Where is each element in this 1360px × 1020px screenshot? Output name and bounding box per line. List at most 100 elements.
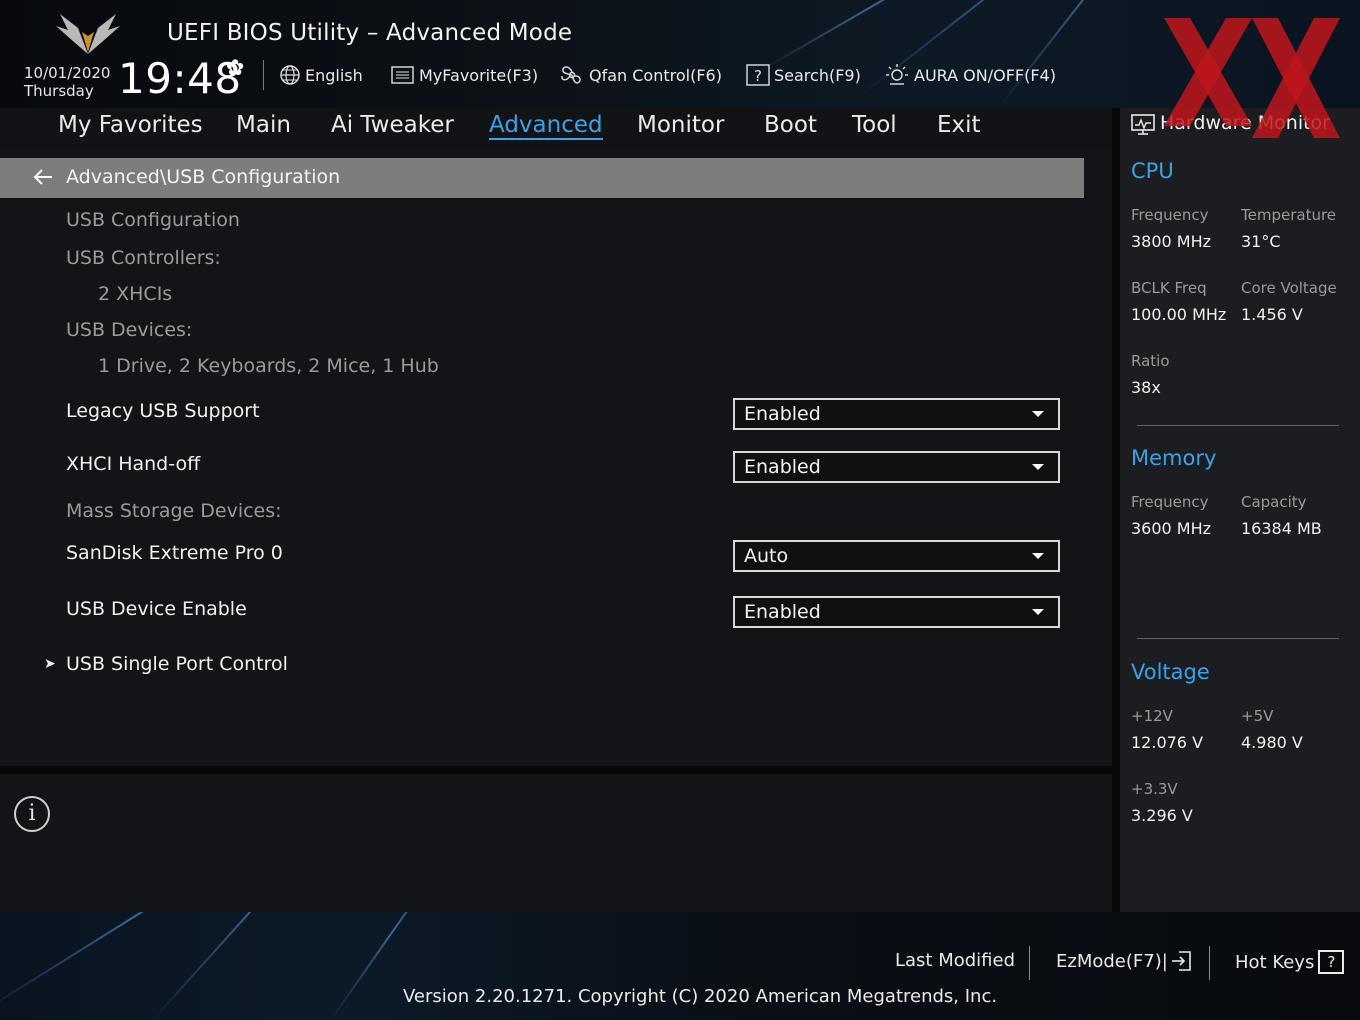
memory-frequency-label: Frequency [1131, 493, 1209, 511]
dropdown-caret-icon [1032, 411, 1044, 417]
globe-icon [280, 65, 300, 85]
v5-label: +5V [1241, 707, 1274, 725]
info-icon: i [14, 796, 50, 832]
memory-capacity-label: Capacity [1241, 493, 1307, 511]
ezmode-label: EzMode(F7)| [1056, 950, 1168, 972]
divider [1029, 946, 1030, 980]
aura-light-icon [886, 64, 908, 85]
usb-device-enable-dropdown[interactable]: Enabled [733, 596, 1060, 628]
language-label: English [305, 65, 363, 85]
core-voltage-value: 1.456 V [1241, 305, 1303, 324]
bclk-value: 100.00 MHz [1131, 305, 1227, 324]
my-favorite-label: MyFavorite(F3) [419, 65, 539, 85]
search-help-icon: ? [746, 64, 770, 86]
v33-value: 3.296 V [1131, 806, 1193, 825]
usb-controllers-value: 2 XHCIs [98, 283, 173, 305]
divider [1137, 638, 1339, 639]
hot-keys-button[interactable]: Hot Keys ? [1235, 950, 1345, 974]
cpu-temperature-value: 31°C [1241, 232, 1281, 251]
aura-toggle-button[interactable]: AURA ON/OFF(F4) [884, 63, 1056, 87]
decor-streak [149, 912, 365, 1020]
last-modified-button[interactable]: Last Modified [895, 950, 1015, 971]
weekday-display: Thursday [24, 82, 94, 100]
memory-capacity-value: 16384 MB [1241, 519, 1322, 538]
xhci-handoff-dropdown[interactable]: Enabled [733, 451, 1060, 483]
tab-main[interactable]: Main [236, 112, 291, 138]
divider [1137, 425, 1339, 426]
breadcrumb-path: Advanced\USB Configuration [66, 166, 341, 188]
legacy-usb-dropdown[interactable]: Enabled [733, 398, 1060, 430]
qfan-control-label: Qfan Control(F6) [589, 65, 722, 85]
tab-advanced[interactable]: Advanced [489, 112, 603, 140]
search-label: Search(F9) [774, 65, 861, 85]
tab-tool[interactable]: Tool [852, 112, 897, 138]
ezmode-button[interactable]: EzMode(F7)| [1056, 950, 1192, 972]
ratio-label: Ratio [1131, 352, 1170, 370]
last-modified-label: Last Modified [895, 950, 1016, 971]
usb-devices-label: USB Devices: [66, 319, 193, 341]
dropdown-caret-icon [1032, 553, 1044, 559]
help-icon: ? [1318, 950, 1345, 974]
v12-label: +12V [1131, 707, 1173, 725]
bclk-label: BCLK Freq [1131, 279, 1207, 297]
main-tab-bar: My Favorites Main Ai Tweaker Advanced Mo… [0, 108, 1112, 148]
app-title: UEFI BIOS Utility – Advanced Mode [167, 20, 573, 46]
usb-device-enable-value: Enabled [744, 601, 821, 623]
submenu-arrow-icon: ➤ [44, 656, 56, 672]
brand-logo-icon [56, 14, 120, 54]
svg-text:?: ? [754, 67, 762, 85]
help-info-panel: i [0, 774, 1112, 912]
qfan-control-button[interactable]: Qfan Control(F6) [559, 63, 722, 87]
section-heading: USB Configuration [66, 209, 240, 231]
voltage-heading: Voltage [1131, 660, 1210, 684]
tab-ai-tweaker[interactable]: Ai Tweaker [331, 112, 454, 138]
favorite-list-icon [391, 66, 414, 84]
fan-icon [561, 66, 581, 84]
hardware-monitor-panel: Hardware Monitor CPU Frequency Temperatu… [1120, 108, 1360, 912]
version-info: Version 2.20.1271. Copyright (C) 2020 Am… [403, 986, 998, 1007]
xhci-handoff-label: XHCI Hand-off [66, 453, 201, 475]
hot-keys-label: Hot Keys [1235, 951, 1315, 973]
tab-boot[interactable]: Boot [764, 112, 817, 138]
hardware-monitor-title: Hardware Monitor [1160, 112, 1330, 134]
divider [1209, 946, 1210, 980]
exit-arrow-icon [1171, 951, 1191, 971]
language-button[interactable]: English [279, 63, 363, 87]
footer-bar: Last Modified EzMode(F7)| Hot Keys ? Ver… [0, 912, 1360, 1020]
legacy-usb-value: Enabled [744, 403, 821, 425]
legacy-usb-label: Legacy USB Support [66, 400, 260, 422]
tab-my-favorites[interactable]: My Favorites [58, 112, 203, 138]
v33-label: +3.3V [1131, 780, 1178, 798]
usb-single-port-control-link[interactable]: USB Single Port Control [66, 653, 288, 675]
xhci-handoff-value: Enabled [744, 456, 821, 478]
sandisk-label: SanDisk Extreme Pro 0 [66, 542, 283, 564]
sandisk-value: Auto [744, 545, 789, 567]
cpu-frequency-value: 3800 MHz [1131, 232, 1212, 251]
search-button[interactable]: ? Search(F9) [746, 63, 861, 87]
divider [1112, 108, 1120, 912]
tab-exit[interactable]: Exit [937, 112, 981, 138]
decor-streak [999, 0, 1186, 107]
usb-devices-value: 1 Drive, 2 Keyboards, 2 Mice, 1 Hub [98, 355, 439, 377]
divider [263, 60, 264, 90]
date-display: 10/01/2020 [24, 64, 111, 82]
decor-streak [759, 0, 986, 72]
sandisk-dropdown[interactable]: Auto [733, 540, 1060, 572]
back-arrow-icon[interactable] [32, 167, 54, 187]
header-bar: UEFI BIOS Utility – Advanced Mode 10/01/… [0, 0, 1360, 108]
my-favorite-button[interactable]: MyFavorite(F3) [391, 63, 538, 87]
cpu-heading: CPU [1131, 159, 1174, 183]
usb-controllers-label: USB Controllers: [66, 247, 221, 269]
gear-icon[interactable]: ✿ [226, 56, 244, 81]
tab-monitor[interactable]: Monitor [637, 112, 724, 138]
v5-value: 4.980 V [1241, 733, 1303, 752]
v12-value: 12.076 V [1131, 733, 1204, 752]
divider [0, 766, 1112, 774]
monitor-icon [1131, 114, 1155, 135]
cpu-frequency-label: Frequency [1131, 206, 1209, 224]
ratio-value: 38x [1131, 378, 1161, 397]
clock-display: 19:48 [118, 54, 242, 103]
settings-panel: Advanced\USB Configuration USB Configura… [0, 148, 1112, 766]
memory-frequency-value: 3600 MHz [1131, 519, 1212, 538]
dropdown-caret-icon [1032, 464, 1044, 470]
